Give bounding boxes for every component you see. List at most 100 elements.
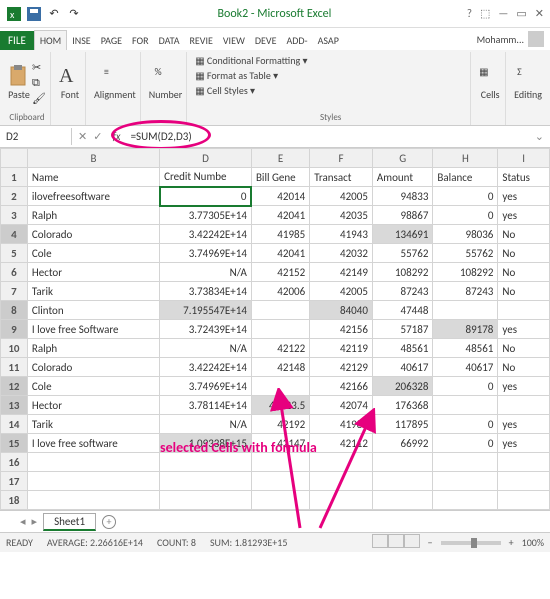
cell[interactable]: 0	[433, 415, 498, 434]
cell[interactable]	[498, 491, 550, 510]
cell[interactable]: 108292	[433, 263, 498, 282]
row-header[interactable]: 15	[1, 434, 28, 453]
format-as-table-button[interactable]: ▦ Format as Table ▾	[195, 69, 278, 82]
sheet-tab-1[interactable]: Sheet1	[43, 513, 96, 531]
cell[interactable]: 87243	[433, 282, 498, 301]
tab-view[interactable]: VIEW	[218, 31, 250, 50]
row-header[interactable]: 16	[1, 453, 28, 472]
cell[interactable]	[498, 472, 550, 491]
col-header-g[interactable]: G	[372, 149, 433, 168]
col-header-e[interactable]: E	[251, 149, 309, 168]
cell[interactable]: 108292	[372, 263, 433, 282]
new-sheet-button[interactable]: +	[102, 515, 116, 529]
cell[interactable]: 42122	[251, 339, 309, 358]
zoom-in-icon[interactable]: +	[509, 536, 514, 549]
cell[interactable]	[433, 301, 498, 320]
cell[interactable]: yes	[498, 377, 550, 396]
cell[interactable]: No	[498, 263, 550, 282]
cell[interactable]: 7.195547E+14	[160, 301, 252, 320]
number-button[interactable]: %Number	[149, 65, 182, 101]
row-header[interactable]: 11	[1, 358, 28, 377]
cell[interactable]: 3.74969E+14	[160, 244, 252, 263]
cell[interactable]: 0	[433, 187, 498, 206]
table-row[interactable]: 8Clinton7.195547E+148404047448	[1, 301, 550, 320]
cell[interactable]: Transact	[310, 168, 373, 187]
cell[interactable]: 42005	[310, 187, 373, 206]
cell[interactable]: ilovefreesoftware	[27, 187, 159, 206]
cell[interactable]	[27, 453, 159, 472]
alignment-button[interactable]: ≡Alignment	[94, 65, 136, 101]
table-row[interactable]: 4Colorado3.42242E+1441985419431346919803…	[1, 225, 550, 244]
cell[interactable]: 3.78114E+14	[160, 396, 252, 415]
cell[interactable]: 42035	[310, 206, 373, 225]
cell[interactable]: 3.72439E+14	[160, 320, 252, 339]
cell[interactable]: yes	[498, 434, 550, 453]
cell[interactable]	[160, 472, 252, 491]
cell[interactable]: 3.77305E+14	[160, 206, 252, 225]
cell[interactable]: Balance	[433, 168, 498, 187]
undo-icon[interactable]: ↶	[46, 6, 62, 22]
cell[interactable]: I love free software	[27, 434, 159, 453]
copy-icon[interactable]: ⧉	[32, 76, 46, 90]
row-header[interactable]: 1	[1, 168, 28, 187]
cell[interactable]: 42148	[251, 358, 309, 377]
table-row[interactable]: 11Colorado3.42242E+144214842129406174061…	[1, 358, 550, 377]
table-row[interactable]: 3Ralph3.77305E+144204142035988670yes	[1, 206, 550, 225]
cell[interactable]: 0	[433, 434, 498, 453]
cell[interactable]: 42149	[310, 263, 373, 282]
cell[interactable]	[251, 301, 309, 320]
tab-formulas[interactable]: FOR	[127, 31, 154, 50]
cell[interactable]: 94833	[372, 187, 433, 206]
minimize-icon[interactable]: —	[498, 7, 508, 20]
cell[interactable]: yes	[498, 206, 550, 225]
cancel-formula-icon[interactable]: ✕	[78, 130, 87, 143]
row-header[interactable]: 8	[1, 301, 28, 320]
sheet-nav-next-icon[interactable]: ▸	[32, 515, 38, 528]
help-icon[interactable]: ?	[467, 7, 472, 20]
cell[interactable]: 55762	[433, 244, 498, 263]
cell[interactable]: Hector	[27, 263, 159, 282]
col-header-b[interactable]: B	[27, 149, 159, 168]
row-header[interactable]: 10	[1, 339, 28, 358]
col-header-f[interactable]: F	[310, 149, 373, 168]
cell[interactable]: 0	[433, 206, 498, 225]
editing-button[interactable]: ΣEditing	[514, 65, 542, 101]
cell[interactable]	[160, 491, 252, 510]
tab-addins[interactable]: ADD-	[281, 31, 312, 50]
cell[interactable]: Ralph	[27, 339, 159, 358]
user-account[interactable]: Mohamm...	[471, 28, 550, 50]
cell[interactable]: 98867	[372, 206, 433, 225]
cell[interactable]: N/A	[160, 339, 252, 358]
cell[interactable]: 42129	[310, 358, 373, 377]
cell[interactable]: Cole	[27, 377, 159, 396]
row-header[interactable]: 13	[1, 396, 28, 415]
row-header[interactable]: 5	[1, 244, 28, 263]
table-row[interactable]: 7Tarik3.73834E+1442006420058724387243No	[1, 282, 550, 301]
cell[interactable]: 89178	[433, 320, 498, 339]
cell[interactable]: 42014	[251, 187, 309, 206]
cell[interactable]	[433, 472, 498, 491]
cell[interactable]: 206328	[372, 377, 433, 396]
row-header[interactable]: 6	[1, 263, 28, 282]
name-box[interactable]: D2	[0, 128, 72, 145]
cell[interactable]: 42006	[251, 282, 309, 301]
cell[interactable]: 41943	[310, 225, 373, 244]
row-header[interactable]: 18	[1, 491, 28, 510]
cell[interactable]: 41985	[251, 225, 309, 244]
cell[interactable]: 42152	[251, 263, 309, 282]
expand-formula-bar-icon[interactable]: ⌄	[529, 130, 550, 143]
cell[interactable]	[433, 491, 498, 510]
cell[interactable]: 42119	[310, 339, 373, 358]
table-row[interactable]: 6HectorN/A4215242149108292108292No	[1, 263, 550, 282]
cell[interactable]: 3.74969E+14	[160, 377, 252, 396]
cell[interactable]	[251, 320, 309, 339]
cell[interactable]	[27, 472, 159, 491]
cell[interactable]	[27, 491, 159, 510]
format-painter-icon[interactable]: 🖌	[32, 92, 46, 105]
cell[interactable]: I love free Software	[27, 320, 159, 339]
cell[interactable]: 40617	[433, 358, 498, 377]
col-header-h[interactable]: H	[433, 149, 498, 168]
cell[interactable]: Tarik	[27, 282, 159, 301]
tab-file[interactable]: FILE	[0, 31, 34, 50]
tab-developer[interactable]: DEVE	[250, 31, 282, 50]
